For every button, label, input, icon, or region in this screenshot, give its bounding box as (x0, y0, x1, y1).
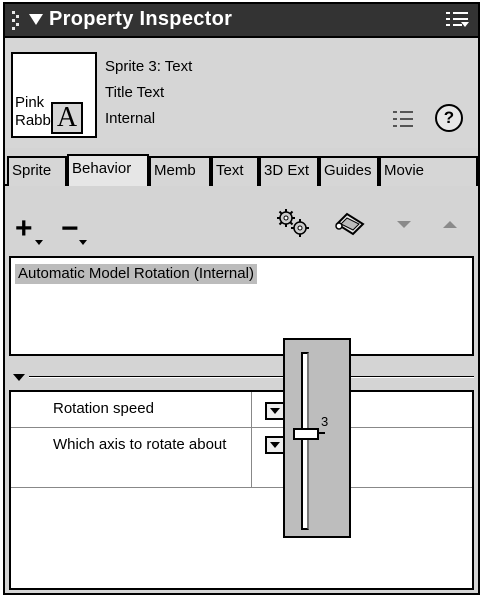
tab-movie[interactable]: Movie (379, 156, 478, 186)
tab-text[interactable]: Text (211, 156, 259, 186)
sprite-name-label: Sprite 3: Text (105, 58, 193, 75)
property-inspector-panel: Property Inspector Pink Rabb A Sprite 3:… (3, 2, 480, 595)
move-down-triangle-icon[interactable] (397, 221, 411, 228)
parameter-dropdown-button[interactable] (265, 436, 285, 454)
sprite-info-section: Pink Rabb A Sprite 3: Text Title Text In… (5, 40, 478, 148)
dropdown-arrow-icon (270, 442, 280, 448)
tab-sprite[interactable]: Sprite (7, 156, 67, 186)
pane-splitter[interactable] (5, 362, 478, 390)
behavior-list[interactable]: Automatic Model Rotation (Internal) (9, 256, 474, 356)
divider (29, 376, 474, 378)
help-icon[interactable]: ? (435, 104, 463, 132)
panel-options-icon[interactable] (446, 10, 469, 30)
parameter-slider-button[interactable] (265, 402, 285, 420)
cast-name-label: Internal (105, 110, 156, 127)
tab-3d-extruder[interactable]: 3D Ext (259, 156, 319, 186)
remove-behavior-button[interactable]: − (61, 214, 79, 244)
tab-member[interactable]: Memb (149, 156, 211, 186)
panel-title: Property Inspector (49, 8, 233, 30)
add-behavior-dropdown-icon[interactable] (35, 240, 43, 245)
table-row: Which axis to rotate about (11, 428, 472, 488)
sprite-thumbnail: Pink Rabb A (11, 52, 97, 138)
list-view-icon[interactable] (393, 110, 413, 128)
remove-behavior-dropdown-icon[interactable] (79, 240, 87, 245)
value-slider-popup: 3 (283, 338, 351, 538)
inspector-tabs: Sprite Behavior Memb Text 3D Ext Guides … (5, 148, 478, 186)
thumbnail-text-line2: Rabb (15, 112, 51, 129)
slider-thumb[interactable] (293, 428, 319, 441)
parameter-name: Rotation speed (53, 400, 154, 417)
dropdown-arrow-icon (270, 408, 280, 414)
drag-grip-icon[interactable] (12, 11, 20, 31)
behavior-toolbar: + − (5, 188, 478, 256)
slider-value-label: 3 (321, 414, 329, 430)
thumbnail-text-line1: Pink (15, 94, 45, 111)
member-name-label: Title Text (105, 84, 165, 101)
parameters-table: Rotation speed Which axis to rotate abou… (9, 390, 474, 590)
add-behavior-button[interactable]: + (15, 214, 33, 244)
tab-guides[interactable]: Guides (319, 156, 379, 186)
tab-behavior[interactable]: Behavior (67, 154, 149, 186)
collapse-triangle-icon[interactable] (29, 14, 43, 25)
parameter-name: Which axis to rotate about (53, 436, 227, 453)
move-up-triangle-icon[interactable] (443, 221, 457, 228)
gears-icon[interactable] (275, 208, 311, 238)
slider-tick (319, 432, 325, 435)
title-bar[interactable]: Property Inspector (5, 4, 478, 38)
script-icon[interactable] (333, 210, 367, 236)
table-row: Rotation speed (11, 392, 472, 428)
list-item[interactable]: Automatic Model Rotation (Internal) (15, 264, 257, 284)
collapse-triangle-icon[interactable] (13, 374, 25, 381)
text-member-icon: A (51, 102, 83, 134)
slider-track[interactable] (301, 352, 309, 530)
